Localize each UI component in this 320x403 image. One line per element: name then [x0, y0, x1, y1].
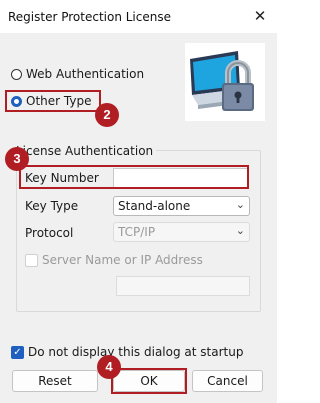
protocol-value: TCP/IP [118, 225, 156, 239]
key-type-label: Key Type [25, 199, 79, 213]
server-checkbox: Server Name or IP Address [25, 253, 203, 267]
callout-badge-4: 4 [97, 355, 121, 379]
protocol-select: TCP/IP ⌄ [113, 222, 250, 242]
do-not-display-label: Do not display this dialog at startup [28, 345, 244, 359]
key-type-value: Stand-alone [118, 199, 191, 213]
callout-badge-3: 3 [5, 147, 29, 171]
web-authentication-radio[interactable]: Web Authentication [11, 67, 144, 81]
callout-badge-2: 2 [95, 103, 119, 127]
register-protection-license-dialog: Register Protection License ✕ Web Authen… [0, 0, 277, 403]
close-icon[interactable]: ✕ [249, 5, 271, 27]
key-type-select[interactable]: Stand-alone ⌄ [113, 196, 250, 216]
license-authentication-legend: License Authentication [16, 144, 157, 158]
callout-3-highlight [19, 165, 249, 189]
do-not-display-checkbox[interactable]: ✓ Do not display this dialog at startup [11, 345, 243, 359]
server-input [116, 276, 250, 296]
callout-4-highlight [111, 368, 187, 394]
web-authentication-label: Web Authentication [26, 67, 145, 81]
callout-2-highlight [5, 90, 101, 112]
chevron-down-icon: ⌄ [235, 198, 245, 211]
server-label: Server Name or IP Address [42, 253, 203, 267]
server-checkbox-box [25, 253, 38, 267]
title-bar: Register Protection License ✕ [0, 0, 277, 33]
window-title: Register Protection License [8, 10, 171, 24]
web-authentication-radio-dot[interactable] [11, 68, 22, 80]
check-icon[interactable]: ✓ [11, 345, 24, 359]
monitor-padlock-icon [185, 43, 265, 121]
cancel-button[interactable]: Cancel [192, 370, 263, 392]
chevron-down-icon-disabled: ⌄ [235, 224, 245, 237]
reset-button[interactable]: Reset [12, 370, 98, 392]
protocol-label: Protocol [25, 226, 74, 240]
